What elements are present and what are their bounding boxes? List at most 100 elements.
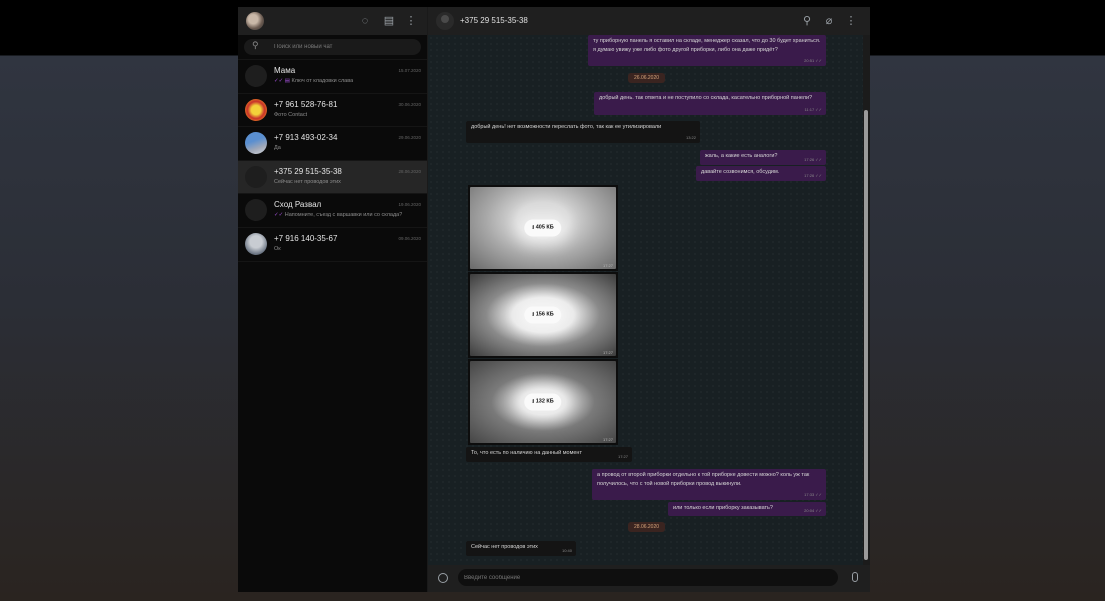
chat-last-message: ✓✓ ▤ Ключ от кладовки слава — [274, 78, 353, 84]
menu-icon[interactable]: ⋮ — [844, 14, 858, 28]
contact-avatar — [245, 165, 267, 188]
image-preview: ⭳ 405 КБ 17:27 — [470, 187, 616, 269]
chat-last-message: Ок — [274, 245, 281, 252]
message-time: 17:26 ✓✓ — [804, 172, 822, 178]
chat-time: 15.07.2020 — [398, 68, 421, 73]
file-size: 405 КБ — [535, 224, 554, 231]
sidebar-header: ◌ ▤ ⋮ — [238, 7, 427, 35]
chat-item-mama[interactable]: Мама 15.07.2020 ✓✓ ▤ Ключ от кладовки сл… — [238, 60, 427, 94]
message-time: 20:04 ✓✓ — [804, 507, 822, 513]
chat-name: +7 916 140-35-67 — [274, 233, 338, 243]
image-preview: ⭳ 156 КБ 17:27 — [470, 274, 616, 356]
whatsapp-window: ◌ ▤ ⋮ ⚲ Мама 15.07.2020 ✓✓ ▤ Ключ от кла… — [238, 7, 870, 592]
chat-name: Мама — [274, 66, 296, 75]
contact-name[interactable]: +375 29 515-35-38 — [460, 16, 528, 25]
message-text: давайте созвонимся, обсудим. — [701, 169, 780, 175]
file-size: 132 КБ — [535, 398, 554, 405]
outgoing-message: давайте созвонимся, обсудим. 17:26 ✓✓ — [696, 166, 826, 181]
chat-name: +7 961 528-76-81 — [274, 99, 338, 109]
outgoing-message: ту приборную панель я оставил на складе,… — [588, 35, 826, 66]
chat-time: 19.06.2020 — [398, 202, 421, 208]
contact-avatar[interactable] — [436, 12, 454, 30]
chat-last-text: Ключ от кладовки слава — [291, 78, 354, 84]
image-message[interactable]: ⭳ 405 КБ 17:27 — [468, 185, 618, 271]
read-ticks-icon: ✓✓ — [274, 212, 284, 219]
message-time: 10:40 — [561, 547, 572, 553]
contact-avatar — [245, 132, 267, 155]
scrollbar[interactable] — [863, 35, 870, 565]
scrollbar-thumb[interactable] — [864, 110, 868, 560]
chat-time: 28.06.2020 — [398, 168, 421, 174]
image-message[interactable]: ⭳ 156 КБ 17:27 — [468, 272, 618, 358]
emoji-icon[interactable] — [438, 573, 448, 583]
chat-last-message: Да — [274, 145, 281, 152]
read-ticks-icon: ✓✓ ▤ — [274, 78, 290, 84]
message-time: 17:26 ✓✓ — [804, 156, 822, 162]
chat-last-message: Фото Contact — [274, 111, 308, 118]
message-time: 17:27 — [617, 453, 628, 459]
message-list: ту приборную панель я оставил на складе,… — [428, 35, 863, 565]
attach-icon[interactable]: ⌀ — [822, 14, 836, 28]
chat-time: 29.06.2020 — [398, 135, 421, 141]
message-time: 17:33 ✓✓ — [804, 491, 822, 497]
contact-avatar — [245, 98, 267, 121]
outgoing-message: а провод от второй приборки отдельно к т… — [592, 469, 826, 500]
image-preview: ⭳ 132 КБ 17:27 — [470, 361, 616, 443]
outgoing-message: или только если приборку заказывать? 20:… — [668, 502, 826, 516]
message-text: а провод от второй приборки отдельно к т… — [597, 472, 810, 487]
chat-last-message: Сейчас нет проводов этих — [274, 178, 341, 185]
chat-item-916[interactable]: +7 916 140-35-67 09.06.2020 Ок — [238, 228, 427, 262]
message-time: 17:27 — [602, 263, 613, 268]
contact-avatar — [245, 65, 267, 87]
message-time: 11:17 ✓✓ — [804, 106, 822, 112]
incoming-message: То, что есть по наличию на данный момент… — [466, 447, 632, 462]
chat-item-961[interactable]: +7 961 528-76-81 30.06.2020 Фото Contact — [238, 94, 427, 128]
status-icon[interactable]: ◌ — [358, 14, 372, 28]
menu-icon[interactable]: ⋮ — [404, 14, 418, 28]
search-bar: ⚲ — [238, 35, 427, 60]
new-chat-icon[interactable]: ▤ — [382, 14, 396, 28]
message-input[interactable] — [458, 569, 838, 586]
message-time: 13:22 — [685, 134, 696, 140]
compose-bar — [428, 565, 870, 592]
download-button[interactable]: ⭳ 156 КБ — [524, 306, 562, 324]
microphone-icon[interactable] — [852, 572, 858, 582]
download-button[interactable]: ⭳ 132 КБ — [524, 393, 562, 411]
chat-item-shod-razval[interactable]: Сход Развал 19.06.2020 ✓✓ Напомните, съе… — [238, 194, 427, 228]
sidebar: ◌ ▤ ⋮ ⚲ Мама 15.07.2020 ✓✓ ▤ Ключ от кла… — [238, 7, 428, 592]
contact-avatar — [245, 199, 267, 222]
chat-last-message: ✓✓ Напомните, съезд с варшавки или со ск… — [274, 212, 402, 218]
download-button[interactable]: ⭳ 405 КБ — [524, 219, 562, 237]
search-box: ⚲ — [244, 39, 421, 55]
message-text: жаль, а какие есть аналоги? — [705, 153, 778, 159]
chat-item-375[interactable]: +375 29 515-35-38 28.06.2020 Сейчас нет … — [238, 160, 427, 195]
incoming-message: Сейчас нет проводов этих 10:40 — [466, 541, 576, 556]
message-text: добрый день. так ответа и не поступило с… — [599, 95, 813, 101]
message-text: добрый день! нет возможности переслать ф… — [471, 124, 662, 130]
message-text: или только если приборку заказывать? — [673, 505, 773, 511]
search-input[interactable] — [274, 41, 404, 53]
chat-name: +7 913 493-02-34 — [274, 133, 338, 143]
image-message[interactable]: ⭳ 132 КБ 17:27 — [468, 359, 618, 445]
date-separator: 26.06.2020 — [628, 73, 666, 83]
search-icon: ⚲ — [252, 40, 259, 50]
file-size: 156 КБ — [535, 311, 554, 318]
message-text: То, что есть по наличию на данный момент — [471, 450, 582, 456]
chat-name: +375 29 515-35-38 — [274, 166, 342, 176]
chat-time: 30.06.2020 — [398, 101, 421, 107]
chat-name: Сход Развал — [274, 200, 322, 210]
outgoing-message: добрый день. так ответа и не поступило с… — [594, 92, 826, 115]
search-icon[interactable]: ⚲ — [800, 14, 814, 28]
conversation-header: +375 29 515-35-38 ⚲ ⌀ ⋮ — [428, 7, 870, 35]
message-text: Сейчас нет проводов этих — [471, 544, 538, 550]
avatar[interactable] — [246, 12, 264, 30]
message-time: 17:27 — [602, 350, 613, 355]
chat-item-913[interactable]: +7 913 493-02-34 29.06.2020 Да — [238, 127, 427, 161]
message-time: 17:27 — [602, 437, 613, 442]
conversation-panel: +375 29 515-35-38 ⚲ ⌀ ⋮ ту приборную пан… — [428, 7, 870, 592]
date-separator: 28.06.2020 — [628, 522, 666, 532]
incoming-message: добрый день! нет возможности переслать ф… — [466, 121, 700, 143]
contact-avatar — [245, 232, 267, 255]
message-text: ту приборную панель я оставил на складе,… — [593, 38, 821, 53]
message-time: 20:51 ✓✓ — [804, 57, 822, 63]
